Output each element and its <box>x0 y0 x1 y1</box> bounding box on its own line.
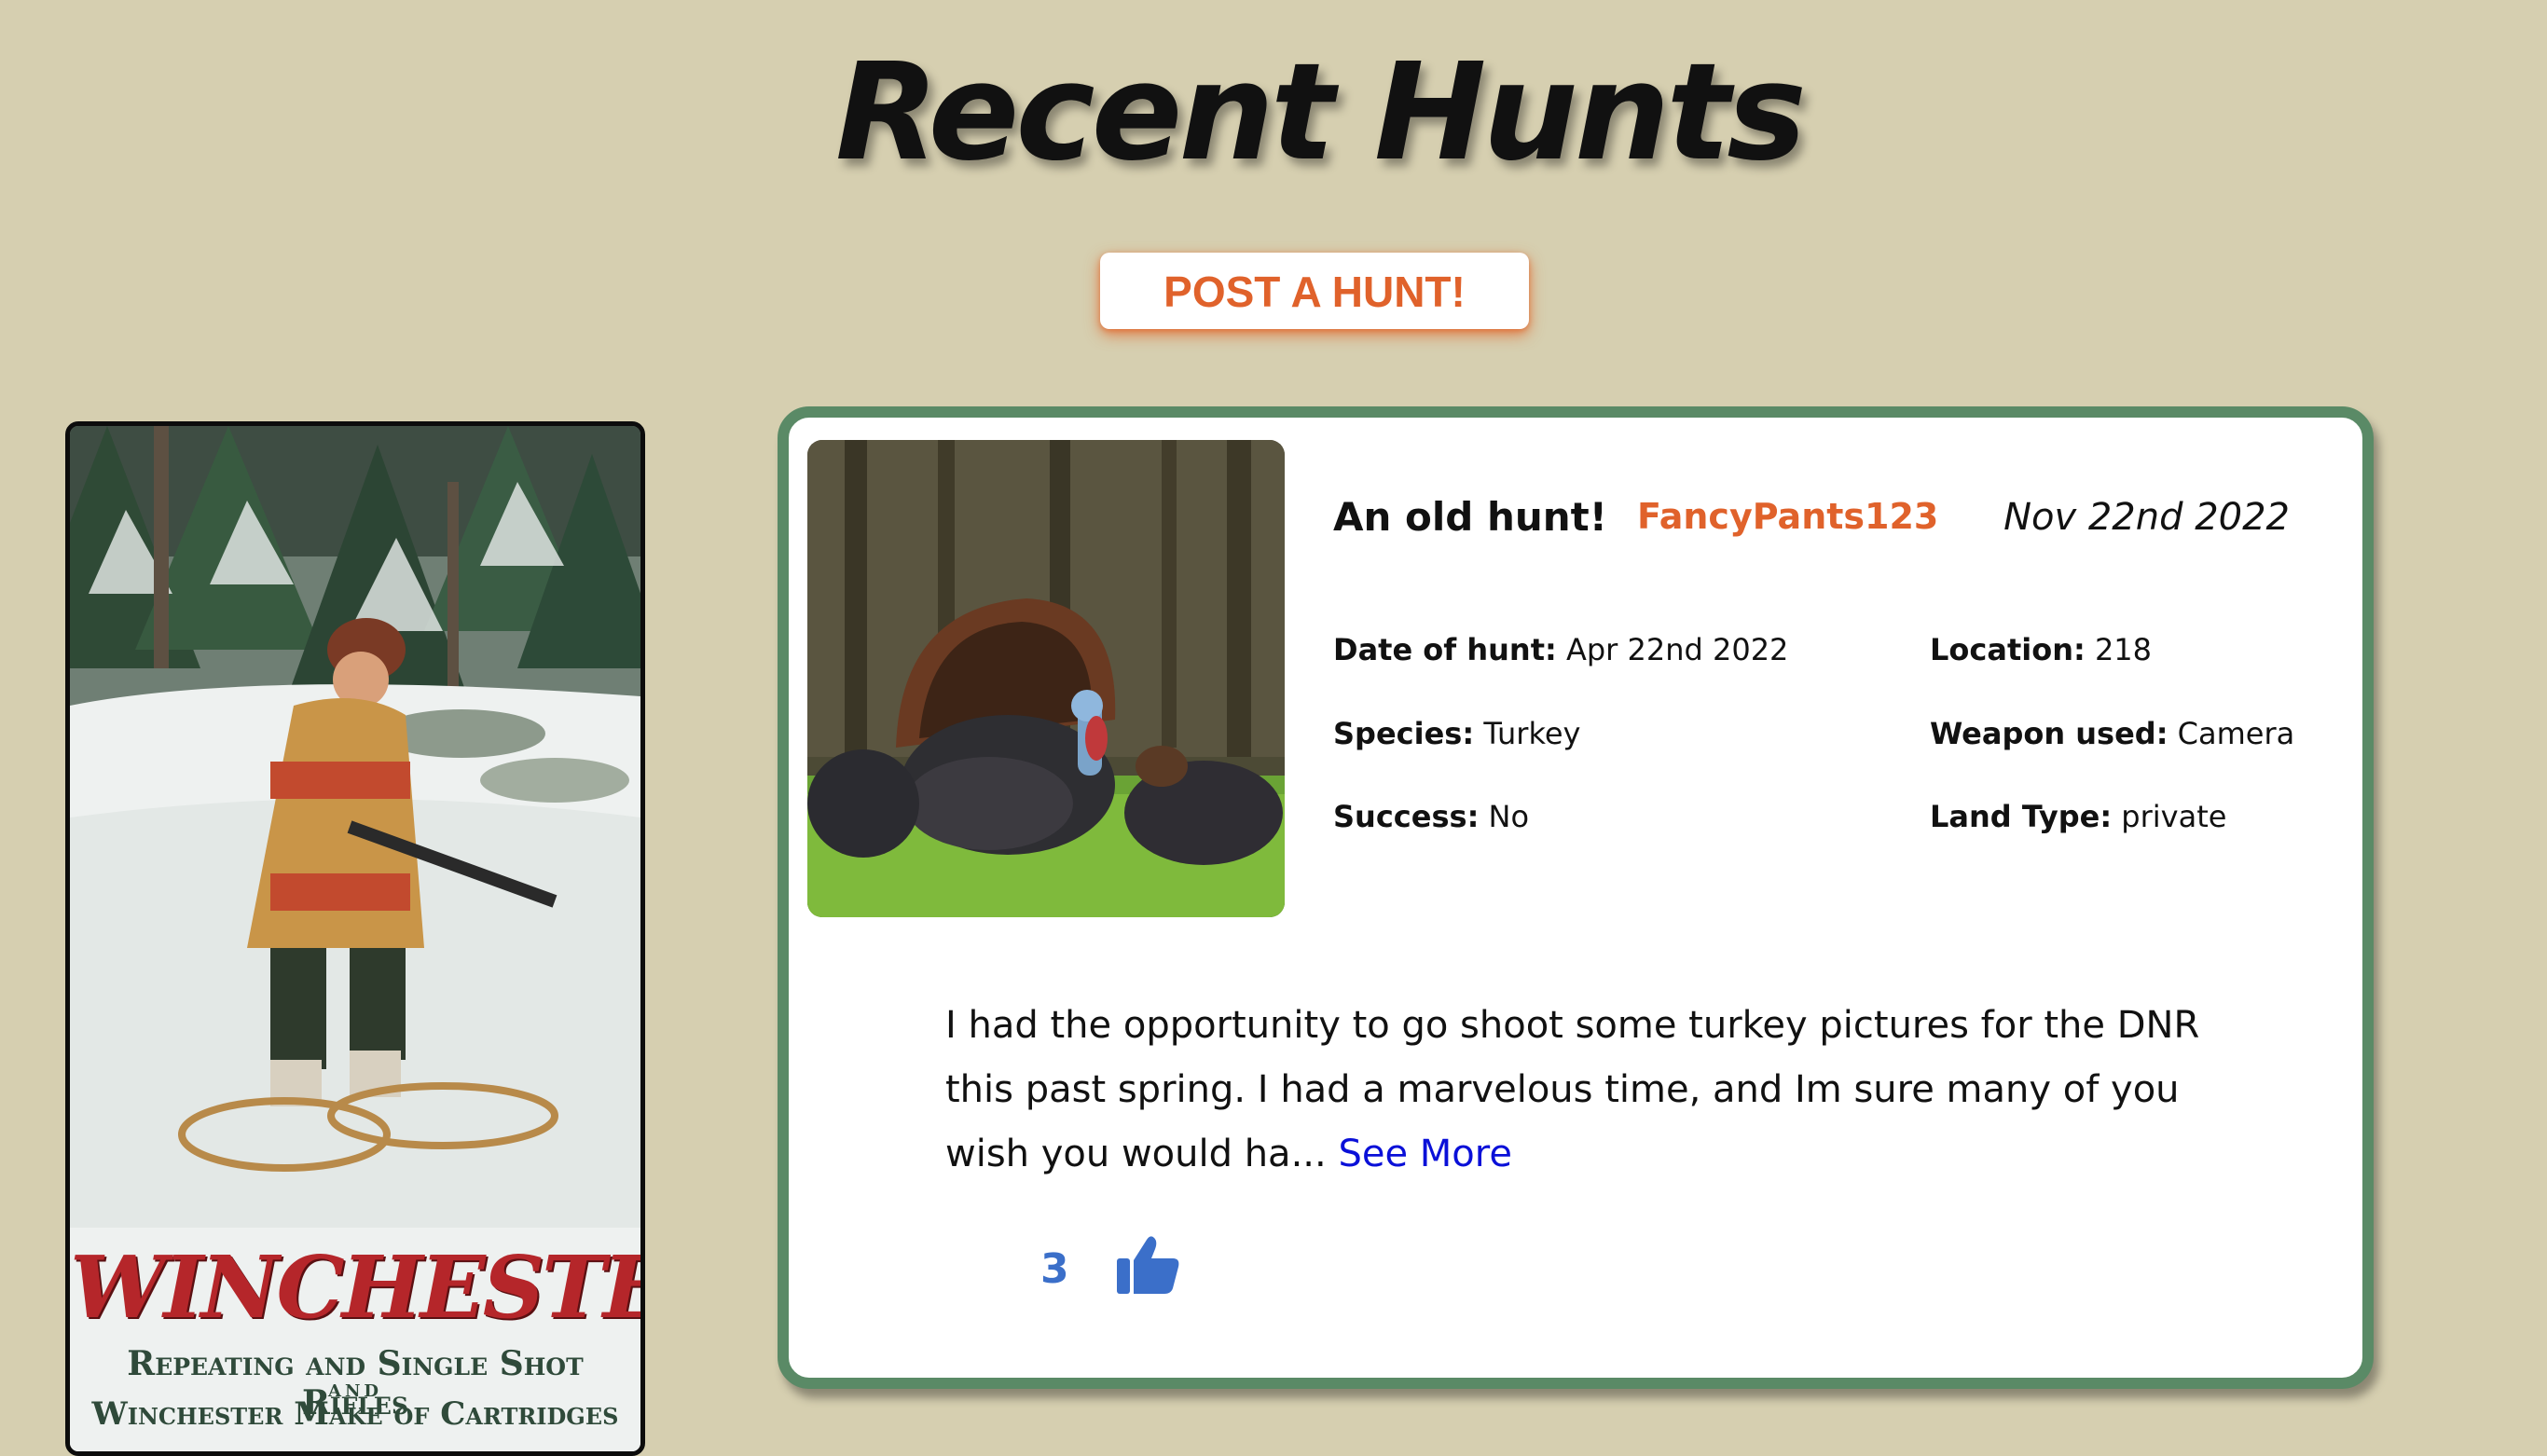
page-title: Recent Hunts <box>835 34 1807 190</box>
species-value: Turkey <box>1483 716 1581 751</box>
like-button[interactable] <box>1115 1234 1180 1296</box>
species-field: Species: Turkey <box>1333 716 1580 751</box>
date-of-hunt-label: Date of hunt: <box>1333 632 1557 667</box>
hunt-title: An old hunt! <box>1333 494 1607 540</box>
land-type-value: private <box>2121 799 2227 834</box>
like-count: 3 <box>1040 1245 1069 1293</box>
location-label: Location: <box>1930 632 2086 667</box>
date-of-hunt-value: Apr 22nd 2022 <box>1565 632 1789 667</box>
hunt-description-text: I had the opportunity to go shoot some t… <box>945 1004 2200 1175</box>
hunt-description: I had the opportunity to go shoot some t… <box>945 994 2232 1187</box>
land-type-label: Land Type: <box>1930 799 2113 834</box>
winchester-ad-poster[interactable]: WINCHESTER Repeating and Single Shot Rif… <box>65 421 645 1456</box>
location-field: Location: 218 <box>1930 632 2152 667</box>
turkey-photo <box>807 440 1285 917</box>
weapon-label: Weapon used: <box>1930 716 2168 751</box>
hunt-username-link[interactable]: FancyPants123 <box>1637 496 1938 537</box>
ad-brand-text: WINCHESTER <box>70 1237 640 1338</box>
location-value: 218 <box>2094 632 2153 667</box>
hunt-posted-date: Nov 22nd 2022 <box>2003 496 2290 539</box>
see-more-link[interactable]: See More <box>1338 1133 1511 1175</box>
weapon-field: Weapon used: Camera <box>1930 716 2294 751</box>
success-field: Success: No <box>1333 799 1529 834</box>
success-value: No <box>1488 799 1530 834</box>
species-label: Species: <box>1333 716 1475 751</box>
ad-tagline-2: Winchester Make of Cartridges <box>91 1395 619 1433</box>
post-hunt-button[interactable]: POST A HUNT! <box>1100 253 1529 329</box>
weapon-value: Camera <box>2177 716 2295 751</box>
hunt-card: An old hunt! FancyPants123 Nov 22nd 2022… <box>778 406 2374 1389</box>
hunt-photo[interactable] <box>807 440 1285 917</box>
thumbs-up-icon <box>1117 1236 1179 1294</box>
land-type-field: Land Type: private <box>1930 799 2226 834</box>
date-of-hunt-field: Date of hunt: Apr 22nd 2022 <box>1333 632 1788 667</box>
success-label: Success: <box>1333 799 1480 834</box>
